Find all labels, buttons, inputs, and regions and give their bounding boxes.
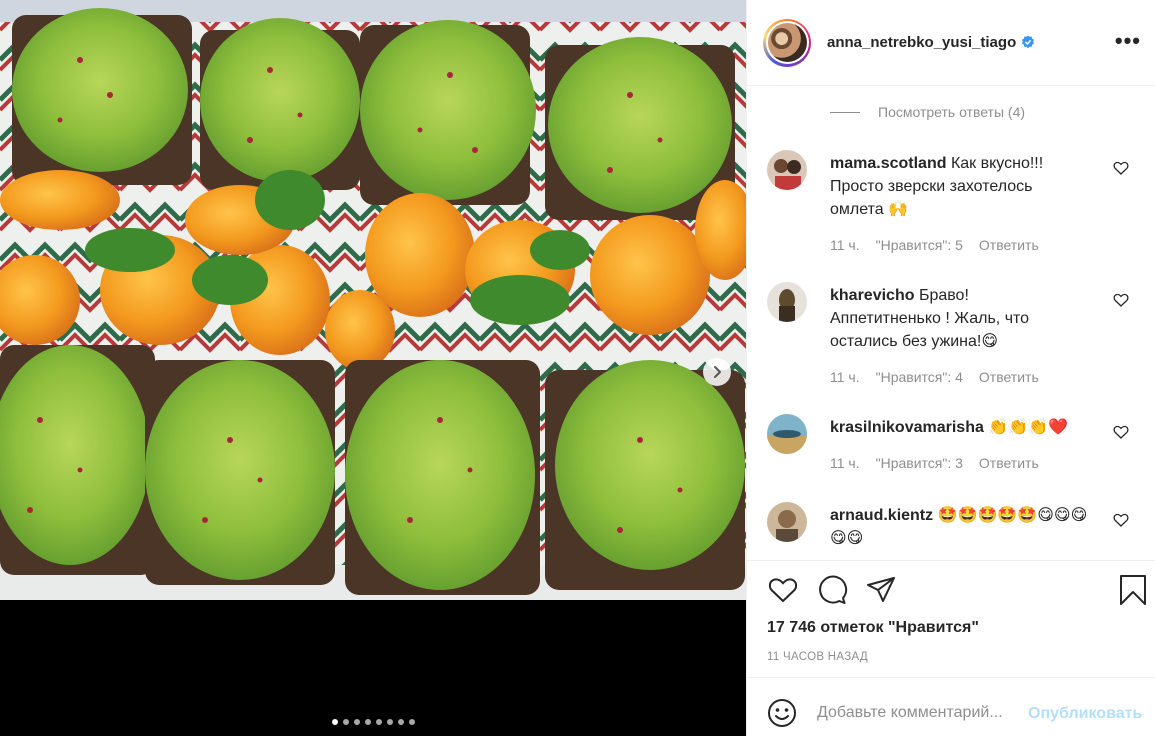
comment-like-icon[interactable] [1113, 160, 1129, 176]
comment-body: mama.scotland Как вкусно!!!Просто зверск… [830, 152, 1050, 221]
comment-body: kharevicho Браво! Аппетитненько ! Жаль, … [830, 284, 1050, 353]
author-username-text[interactable]: anna_netrebko_yusi_tiago [827, 34, 1016, 51]
commenter-avatar[interactable] [767, 414, 807, 454]
author-username[interactable]: anna_netrebko_yusi_tiago [827, 34, 1035, 51]
carousel-dot [386, 719, 393, 725]
comment-like-icon[interactable] [1113, 292, 1129, 308]
publish-button[interactable]: Опубликовать [1028, 705, 1142, 723]
author-avatar-image [767, 23, 807, 62]
likes-count[interactable]: 17 746 отметок "Нравится" [767, 619, 979, 637]
commenter-avatar-image [767, 282, 807, 322]
view-replies-label[interactable]: Посмотреть ответы (4) [878, 104, 1025, 120]
post-timestamp: 11 ЧАСОВ НАЗАД [767, 651, 868, 663]
comment-username[interactable]: kharevicho [830, 287, 914, 304]
comment-likes-count[interactable]: "Нравится": 5 [876, 237, 963, 253]
comment-meta: 11 ч. "Нравится": 3 Ответить [830, 455, 1039, 471]
comment-emoji: 😋 [981, 333, 998, 350]
comment-time: 11 ч. [830, 455, 860, 471]
commenter-avatar-image [767, 502, 807, 542]
carousel-dot [408, 719, 415, 725]
comment-reply-button[interactable]: Ответить [979, 369, 1039, 385]
verified-badge-icon [1022, 35, 1035, 49]
comment-username[interactable]: krasilnikovamarisha [830, 419, 984, 436]
emoji-smiley-icon[interactable] [767, 698, 797, 728]
comment-input[interactable] [817, 696, 1027, 730]
commenter-avatar-image [767, 414, 807, 454]
comment-meta: 11 ч. "Нравится": 5 Ответить [830, 237, 1039, 253]
comment-meta: 11 ч. "Нравится": 4 Ответить [830, 369, 1039, 385]
comment-time: 11 ч. [830, 369, 860, 385]
post-actions: 17 746 отметок "Нравится" 11 ЧАСОВ НАЗАД [747, 560, 1155, 678]
comment-reply-button[interactable]: Ответить [979, 237, 1039, 253]
more-options-button[interactable]: ••• [1115, 30, 1141, 52]
carousel-dot [397, 719, 404, 725]
chevron-right-icon [714, 366, 721, 378]
carousel-dot [375, 719, 382, 725]
comment-time: 11 ч. [830, 237, 860, 253]
commenter-avatar[interactable] [767, 502, 807, 542]
comment-emoji: 🙌 [888, 201, 909, 218]
commenter-avatar[interactable] [767, 150, 807, 190]
comment-likes-count[interactable]: "Нравится": 3 [876, 455, 963, 471]
replies-divider-line [830, 111, 860, 113]
share-icon[interactable] [865, 574, 897, 606]
author-avatar[interactable] [763, 18, 811, 67]
comments-list[interactable]: Посмотреть ответы (4) mama.scotland Как … [747, 87, 1155, 560]
carousel-dot [331, 719, 338, 725]
post-sidebar: anna_netrebko_yusi_tiago ••• Посмотреть … [746, 0, 1155, 736]
carousel-dot [364, 719, 371, 725]
author-avatar-frame [765, 21, 809, 64]
comment-like-icon[interactable] [1113, 512, 1129, 528]
bookmark-icon[interactable] [1117, 574, 1149, 606]
add-comment-form: Опубликовать [747, 677, 1155, 736]
comment-emoji: 👏👏👏❤️ [988, 419, 1069, 436]
commenter-avatar[interactable] [767, 282, 807, 322]
comment-icon[interactable] [816, 574, 848, 606]
carousel-dot [342, 719, 349, 725]
comment-username[interactable]: mama.scotland [830, 155, 946, 172]
comment-body: arnaud.kientz 🤩🤩🤩🤩🤩😋😋😋😋😋 [830, 504, 1100, 550]
comment-like-icon[interactable] [1113, 424, 1129, 440]
comment-body: krasilnikovamarisha 👏👏👏❤️ [830, 416, 1110, 439]
like-heart-icon[interactable] [767, 574, 799, 606]
post-photo [0, 0, 746, 600]
comment-reply-button[interactable]: Ответить [979, 455, 1039, 471]
carousel-next-button[interactable] [703, 358, 731, 386]
carousel-indicator [0, 719, 746, 725]
view-replies-link[interactable]: Посмотреть ответы (4) [830, 104, 1025, 120]
post-header: anna_netrebko_yusi_tiago ••• [747, 0, 1155, 86]
carousel-dot [353, 719, 360, 725]
commenter-avatar-image [767, 150, 807, 190]
post-media [0, 0, 746, 736]
comment-username[interactable]: arnaud.kientz [830, 507, 933, 524]
comment-likes-count[interactable]: "Нравится": 4 [876, 369, 963, 385]
